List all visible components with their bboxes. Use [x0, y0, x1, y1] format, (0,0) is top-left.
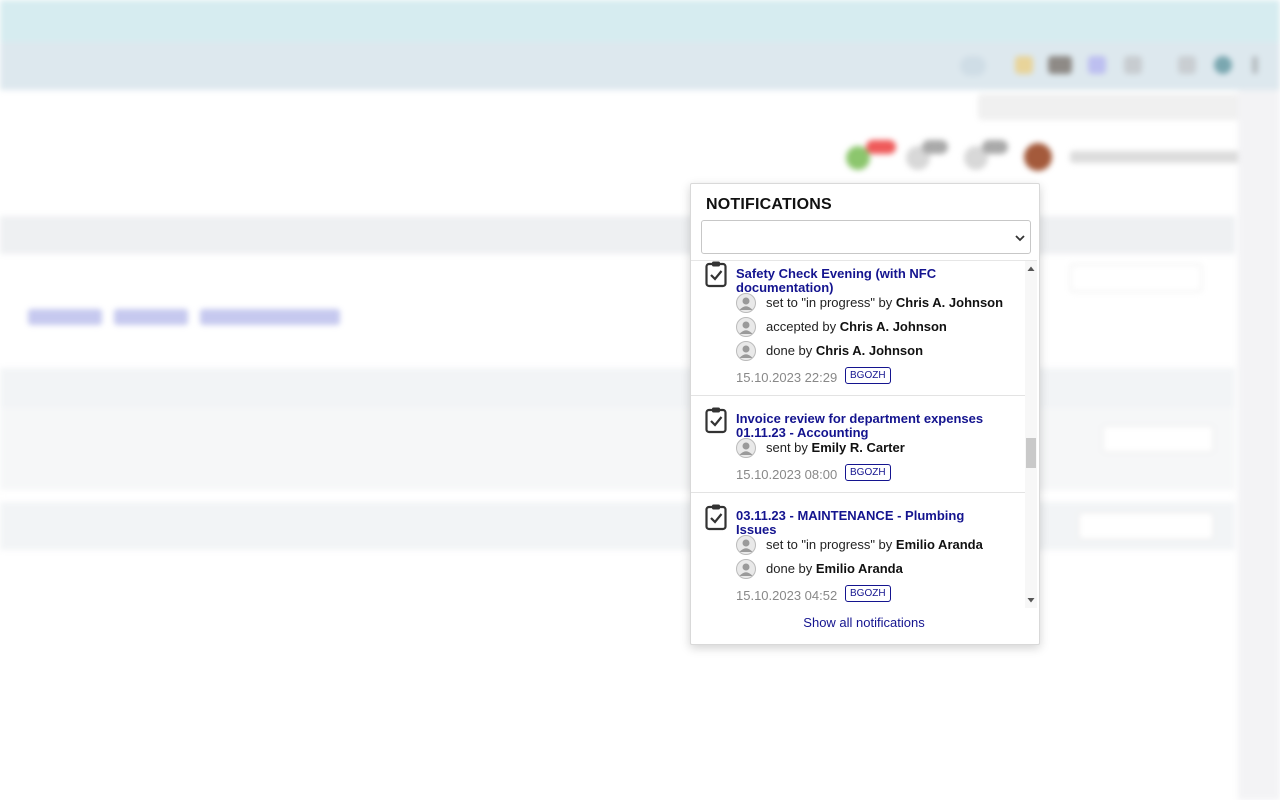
- notification-date: 15.10.2023 22:29: [736, 370, 838, 385]
- notification-title[interactable]: Safety Check Evening (with NFC documenta…: [736, 267, 1006, 295]
- scrollbar[interactable]: [1025, 261, 1037, 608]
- show-all-notifications-link[interactable]: Show all notifications: [691, 615, 1037, 630]
- content-button[interactable]: [1078, 512, 1214, 540]
- event-action: sent by: [766, 440, 808, 455]
- event-action: done by: [766, 561, 813, 576]
- event-action: set to "in progress" by: [766, 295, 893, 310]
- event-user: Emily R. Carter: [811, 440, 905, 455]
- notification-filter-select[interactable]: [701, 220, 1031, 254]
- user-avatar-icon: [736, 293, 756, 313]
- notification-event: done by Emilio Aranda: [736, 559, 1021, 579]
- user-avatar-icon: [736, 341, 756, 361]
- chevron-down-icon: [1015, 235, 1025, 242]
- user-name-placeholder: [1070, 151, 1245, 163]
- notification-event: done by Chris A. Johnson: [736, 341, 1021, 361]
- clipboard-check-icon: [705, 504, 727, 531]
- content-button[interactable]: [1102, 425, 1214, 453]
- scroll-down-arrow-icon[interactable]: [1027, 596, 1035, 604]
- notification-title[interactable]: 03.11.23 - MAINTENANCE - Plumbing Issues: [736, 509, 1006, 537]
- notifications-panel: NOTIFICATIONS Safety Check Evening (with…: [690, 183, 1040, 645]
- count-badge: [922, 140, 948, 154]
- user-avatar-icon: [736, 559, 756, 579]
- event-user: Emilio Aranda: [815, 561, 903, 576]
- profile-icon[interactable]: [1178, 56, 1196, 74]
- event-user: Chris A. Johnson: [815, 343, 924, 358]
- event-user: Chris A. Johnson: [895, 295, 1004, 310]
- toolbar-button[interactable]: [1070, 264, 1202, 292]
- clipboard-check-icon: [705, 261, 727, 288]
- notification-date: 15.10.2023 08:00: [736, 467, 838, 482]
- count-badge: [982, 140, 1008, 154]
- event-action: set to "in progress" by: [766, 537, 893, 552]
- browser-tab-bar: [0, 0, 1280, 42]
- notification-list[interactable]: Safety Check Evening (with NFC documenta…: [691, 260, 1037, 608]
- site-code-badge: BGOZH: [845, 585, 891, 602]
- filter-tag[interactable]: [28, 309, 102, 325]
- background-app: [0, 0, 1280, 800]
- site-code-badge: BGOZH: [845, 367, 891, 384]
- extension-icon[interactable]: [1214, 56, 1232, 74]
- content-band: [0, 408, 1235, 490]
- filter-tag[interactable]: [200, 309, 340, 325]
- content-band: [0, 368, 1235, 408]
- notification-event: set to "in progress" by Chris A. Johnson: [736, 293, 1021, 313]
- event-action: done by: [766, 343, 813, 358]
- event-action: accepted by: [766, 319, 837, 334]
- count-badge: [866, 140, 896, 154]
- user-avatar-icon: [736, 438, 756, 458]
- event-user: Chris A. Johnson: [839, 319, 947, 334]
- avatar[interactable]: [1024, 143, 1052, 171]
- notification-item[interactable]: 03.11.23 - MAINTENANCE - Plumbing Issues…: [691, 492, 1025, 608]
- notification-item[interactable]: Safety Check Evening (with NFC documenta…: [691, 261, 1025, 396]
- notification-event: sent by Emily R. Carter: [736, 438, 1021, 458]
- clipboard-check-icon: [705, 407, 727, 434]
- user-avatar-icon: [736, 317, 756, 337]
- notification-event: accepted by Chris A. Johnson: [736, 317, 1021, 337]
- notification-date: 15.10.2023 04:52: [736, 588, 838, 603]
- filter-tag[interactable]: [114, 309, 188, 325]
- notification-title[interactable]: Invoice review for department expenses 0…: [736, 412, 1006, 440]
- site-code-badge: BGOZH: [845, 464, 891, 481]
- top-utility-bar: [978, 94, 1250, 120]
- extension-icon[interactable]: [1088, 56, 1106, 74]
- extension-icon[interactable]: [1124, 56, 1142, 74]
- notification-event: set to "in progress" by Emilio Aranda: [736, 535, 1021, 555]
- event-user: Emilio Aranda: [895, 537, 983, 552]
- right-rail: [1238, 90, 1280, 800]
- app-toolbar: [0, 216, 1235, 254]
- extension-icon[interactable]: [1015, 56, 1033, 74]
- extension-icon[interactable]: [1048, 56, 1072, 74]
- scrollbar-thumb[interactable]: [1026, 438, 1036, 468]
- notification-item[interactable]: Invoice review for department expenses 0…: [691, 395, 1025, 493]
- scroll-up-arrow-icon[interactable]: [1027, 265, 1035, 273]
- browser-menu-icon[interactable]: [1252, 56, 1258, 74]
- user-avatar-icon: [736, 535, 756, 555]
- panel-title: NOTIFICATIONS: [706, 196, 832, 213]
- content-band: [0, 502, 1235, 550]
